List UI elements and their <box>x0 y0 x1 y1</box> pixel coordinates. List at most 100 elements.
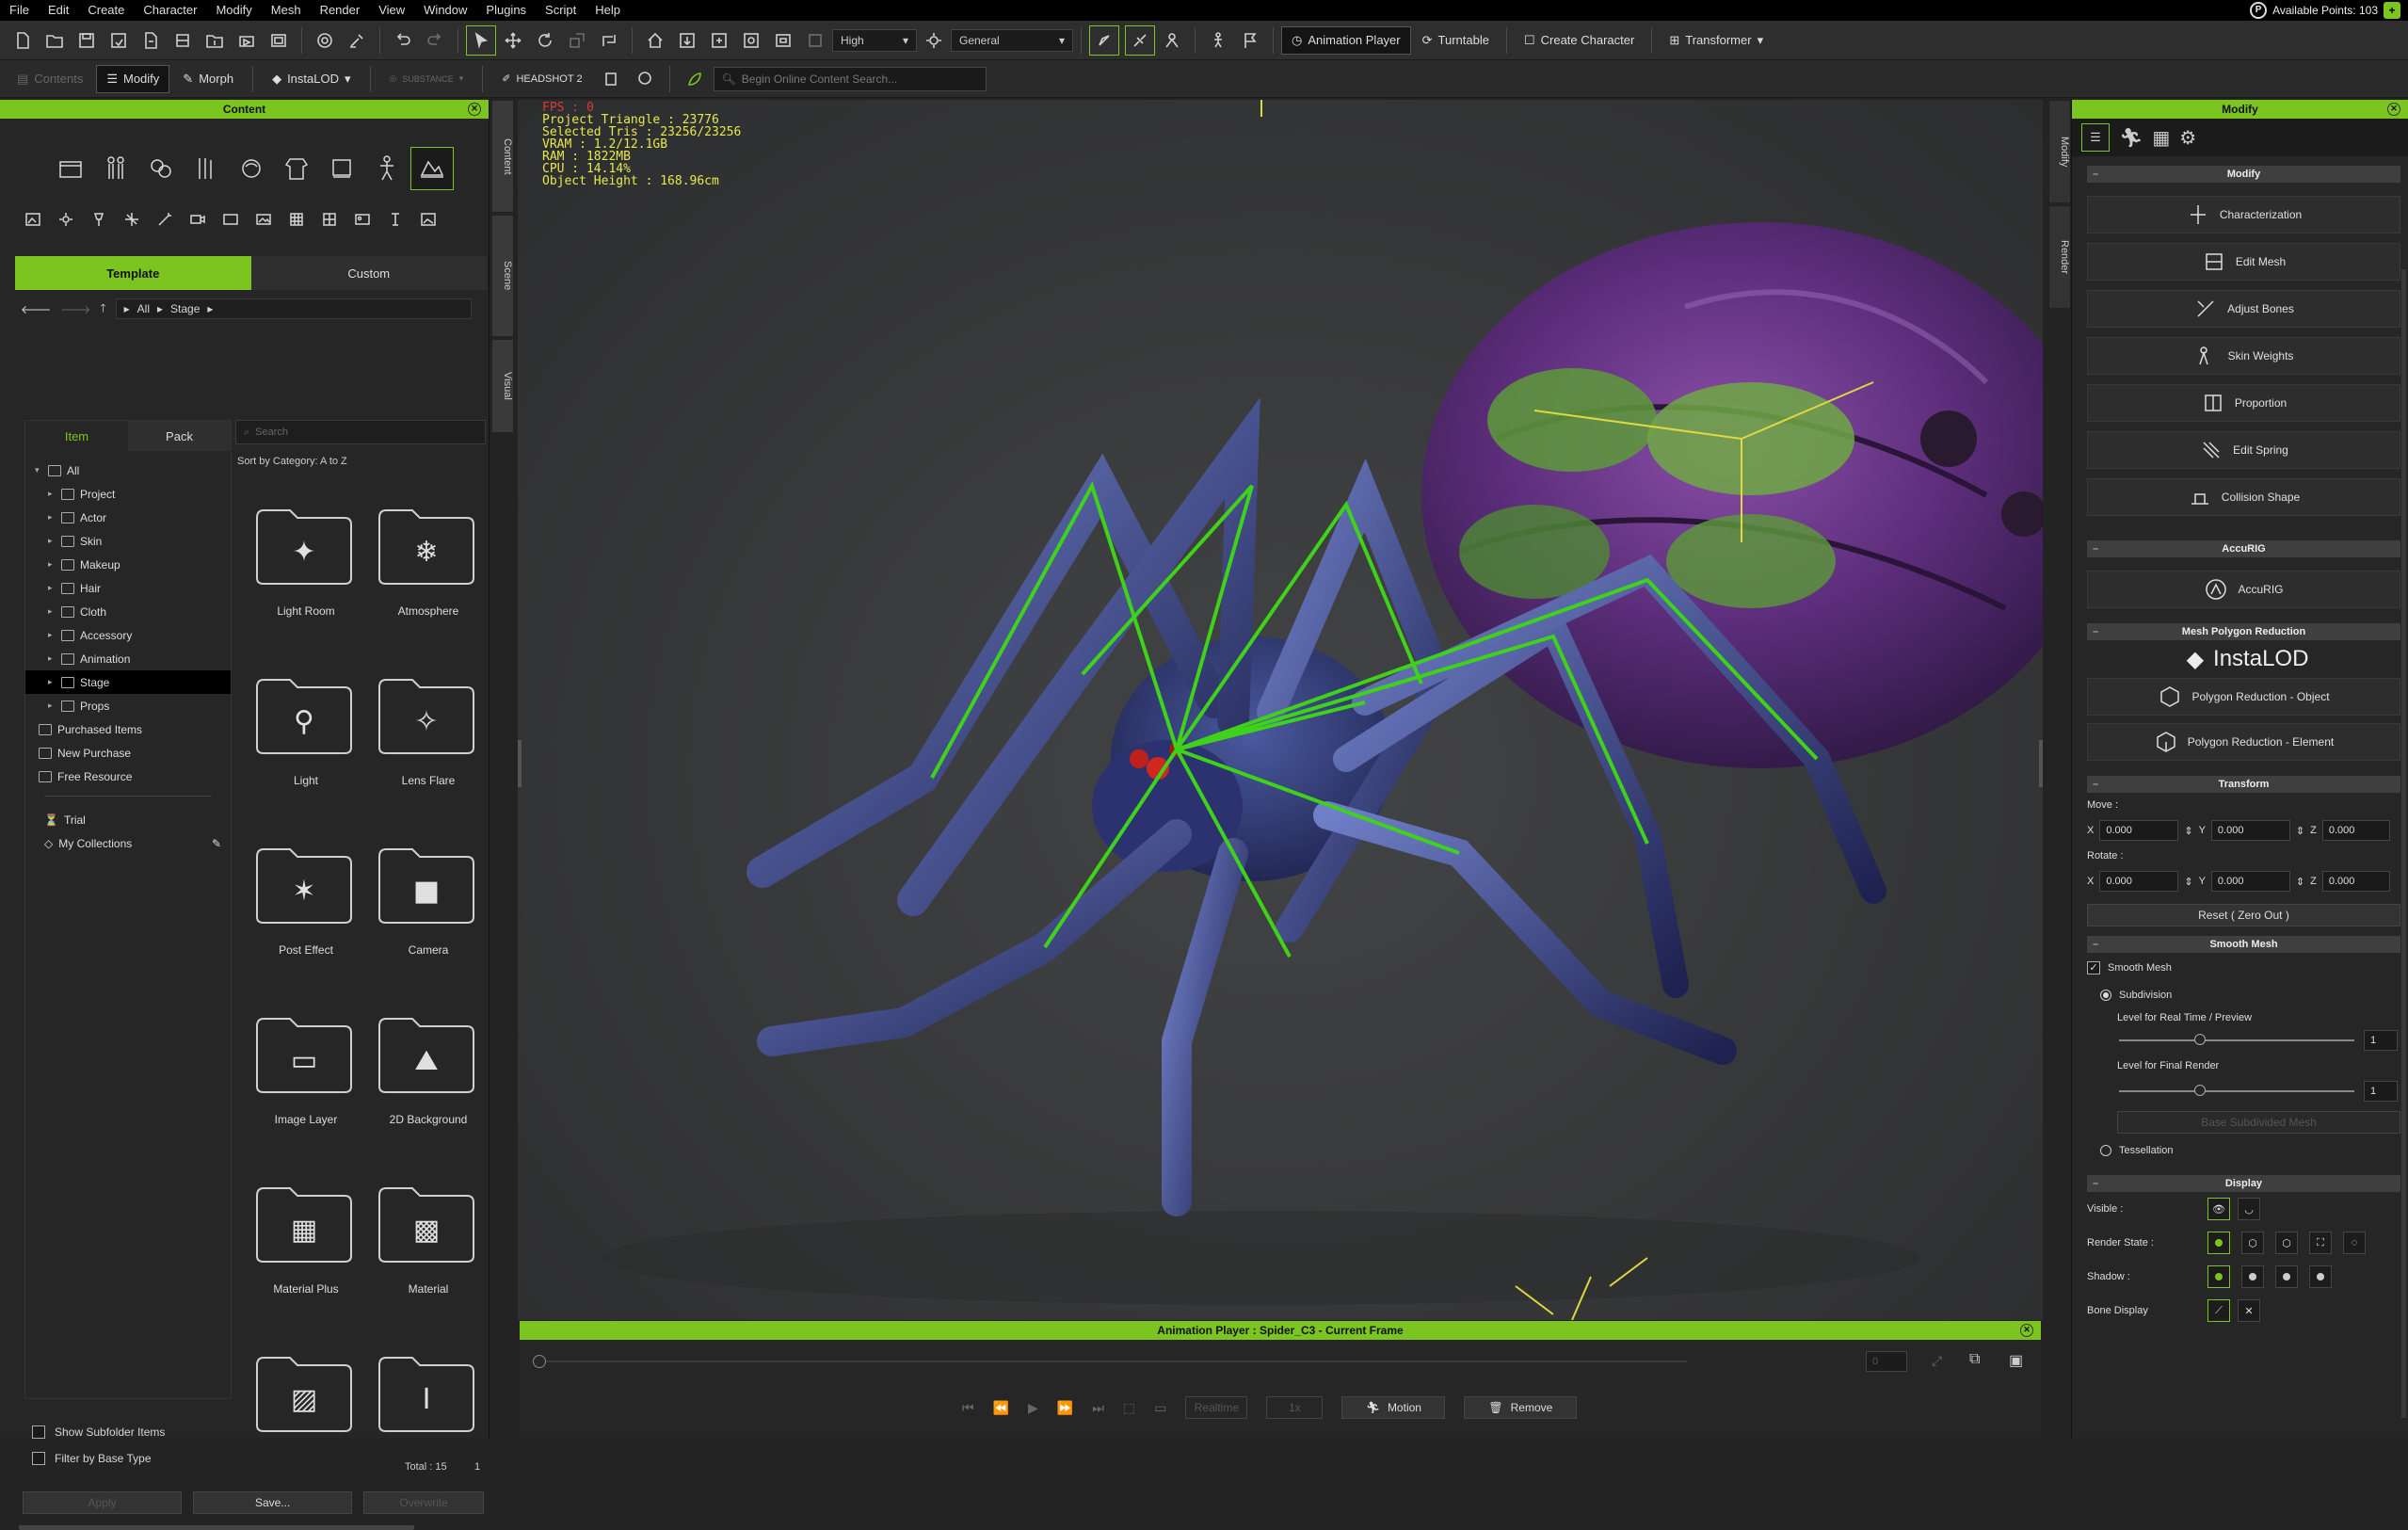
menu-render[interactable]: Render <box>311 0 370 21</box>
menu-view[interactable]: View <box>369 0 414 21</box>
hik-icon[interactable] <box>1203 25 1233 56</box>
menu-mesh[interactable]: Mesh <box>262 0 311 21</box>
content-tile[interactable]: ✶ Post Effect <box>245 846 367 996</box>
section-polygon-reduction[interactable]: – Mesh Polygon Reduction <box>2087 623 2400 640</box>
frame-selected-icon[interactable] <box>736 25 766 56</box>
animation-icon[interactable] <box>365 147 409 190</box>
cloth-icon[interactable] <box>275 147 318 190</box>
move-y-input[interactable]: 0.000 <box>2210 820 2290 841</box>
polygon-reduction-element-button[interactable]: Polygon Reduction - Element <box>2087 723 2400 761</box>
level-rt-input[interactable]: 1 <box>2364 1030 2398 1051</box>
skip-start-icon[interactable]: ⏮ <box>962 1400 974 1416</box>
prev-frame-icon[interactable]: ⏪ <box>993 1400 1009 1416</box>
shadow-none-icon[interactable] <box>2309 1265 2332 1288</box>
filter-base-checkbox[interactable] <box>32 1452 45 1465</box>
text-small-icon[interactable] <box>379 205 411 234</box>
apply-button[interactable]: Apply <box>23 1491 183 1514</box>
record-icon[interactable]: ▭ <box>1154 1400 1166 1416</box>
bone-off-icon[interactable]: ✕ <box>2238 1299 2260 1322</box>
stepper-icon[interactable]: ⇕ <box>2184 876 2192 888</box>
content-tile[interactable]: ✦ Light Room <box>245 507 367 657</box>
show-subfolder-checkbox[interactable] <box>32 1425 45 1439</box>
close-icon[interactable]: ✕ <box>2387 103 2400 116</box>
transformer-button[interactable]: ⊞ Transformer ▾ <box>1660 26 1773 55</box>
subdivision-option[interactable]: Subdivision <box>2100 983 2408 1007</box>
characterization-button[interactable]: Characterization <box>2087 196 2400 234</box>
shading-dropdown[interactable]: General ▾ <box>951 28 1073 52</box>
realtime-button[interactable]: Realtime <box>1185 1396 1248 1419</box>
subdivision-radio[interactable] <box>2100 990 2111 1001</box>
menu-plugins[interactable]: Plugins <box>476 0 536 21</box>
new-file-icon[interactable] <box>8 25 38 56</box>
tree-item-actor[interactable]: ▸ Actor <box>25 506 231 529</box>
tree-item-hair[interactable]: ▸ Hair <box>25 576 231 600</box>
save-button[interactable]: Save... <box>193 1491 353 1514</box>
viewport-right-handle[interactable] <box>2039 740 2043 787</box>
content-tile[interactable]: ⚲ Light <box>245 676 367 827</box>
animation-player-button[interactable]: ◷ Animation Player <box>1281 25 1411 55</box>
actor-icon[interactable] <box>94 147 137 190</box>
smooth-mesh-option[interactable]: ✓ Smooth Mesh <box>2087 953 2408 983</box>
menu-file[interactable]: File <box>0 0 39 21</box>
content-tile[interactable]: ■ Camera <box>367 846 486 996</box>
home-view-icon[interactable] <box>640 25 670 56</box>
light-small-icon[interactable] <box>83 205 115 234</box>
slider-handle[interactable] <box>2194 1034 2206 1045</box>
merge-icon[interactable] <box>168 25 198 56</box>
online-content-search[interactable]: 🔍︎ Begin Online Content Search... <box>713 66 987 91</box>
page-number[interactable]: 1 <box>474 1461 480 1473</box>
tree-item-all[interactable]: ▾ All <box>25 459 231 482</box>
horizontal-scrollbar[interactable] <box>19 1525 414 1530</box>
accessory-icon[interactable] <box>320 147 363 190</box>
timeline-slider-handle[interactable] <box>533 1355 546 1368</box>
level-final-input[interactable]: 1 <box>2364 1081 2398 1102</box>
menu-create[interactable]: Create <box>78 0 134 21</box>
edit-spring-button[interactable]: Edit Spring <box>2087 431 2400 469</box>
camera-small-icon[interactable] <box>182 205 214 234</box>
chevron-icon[interactable]: ▸ <box>48 630 56 640</box>
background-small-icon[interactable] <box>248 205 280 234</box>
atmosphere-small-icon[interactable] <box>50 205 82 234</box>
skin-weights-button[interactable]: Skin Weights <box>2087 337 2400 375</box>
side-tab-visual[interactable]: Visual <box>491 339 514 433</box>
tree-item-animation[interactable]: ▸ Animation <box>25 647 231 670</box>
breadcrumb[interactable]: ▸ All ▸ Stage ▸ <box>115 298 472 319</box>
move-x-input[interactable]: 0.000 <box>2099 820 2179 841</box>
light-icon[interactable] <box>919 25 949 56</box>
tree-item-skin[interactable]: ▸ Skin <box>25 529 231 553</box>
visible-on-icon[interactable]: 👁︎ <box>2207 1198 2230 1220</box>
open-folder-icon[interactable] <box>40 25 70 56</box>
rotate-x-input[interactable]: 0.000 <box>2099 871 2179 892</box>
fit-view-icon[interactable] <box>672 25 702 56</box>
polygon-reduction-object-button[interactable]: Polygon Reduction - Object <box>2087 678 2400 716</box>
shadow-cast-icon[interactable] <box>2241 1265 2264 1288</box>
chevron-icon[interactable]: ▸ <box>48 559 56 570</box>
side-tab-render[interactable]: Render <box>2048 205 2071 309</box>
visible-off-icon[interactable]: ◡ <box>2238 1198 2260 1220</box>
content-tile[interactable]: ▩ Material <box>367 1184 486 1335</box>
3d-viewport[interactable] <box>518 100 2043 1320</box>
hair-icon[interactable] <box>230 147 273 190</box>
chevron-icon[interactable]: ▸ <box>48 653 56 664</box>
tree-item-props[interactable]: ▸ Props <box>25 694 231 717</box>
settings-icon[interactable]: ⚙ <box>2179 126 2196 150</box>
tree-item-extra[interactable]: Purchased Items <box>25 717 231 741</box>
bone-on-icon[interactable]: ⟋ <box>2207 1299 2230 1322</box>
makeup-icon[interactable] <box>185 147 228 190</box>
add-points-button[interactable]: + <box>2384 2 2400 19</box>
render-image-icon[interactable] <box>232 25 262 56</box>
chevron-icon[interactable]: ▸ <box>48 489 56 499</box>
play-icon[interactable]: ▶ <box>1028 1400 1038 1416</box>
post-effect-small-icon[interactable] <box>149 205 181 234</box>
skip-end-icon[interactable]: ⏭ <box>1092 1400 1104 1416</box>
slider-handle[interactable] <box>2194 1085 2206 1096</box>
sort-label[interactable]: Sort by Category: A to Z <box>237 456 347 467</box>
popout-icon[interactable]: ▣ <box>2009 1351 2023 1370</box>
scale-tool-icon[interactable] <box>562 25 592 56</box>
proportion-button[interactable]: Proportion <box>2087 384 2400 422</box>
tessellation-radio[interactable] <box>2100 1145 2111 1156</box>
stage-icon[interactable] <box>410 147 454 190</box>
chevron-icon[interactable]: ▸ <box>48 701 56 711</box>
pick-parent-icon[interactable] <box>1089 24 1119 56</box>
my-collections-item[interactable]: ◇ My Collections ✎ <box>25 831 231 855</box>
